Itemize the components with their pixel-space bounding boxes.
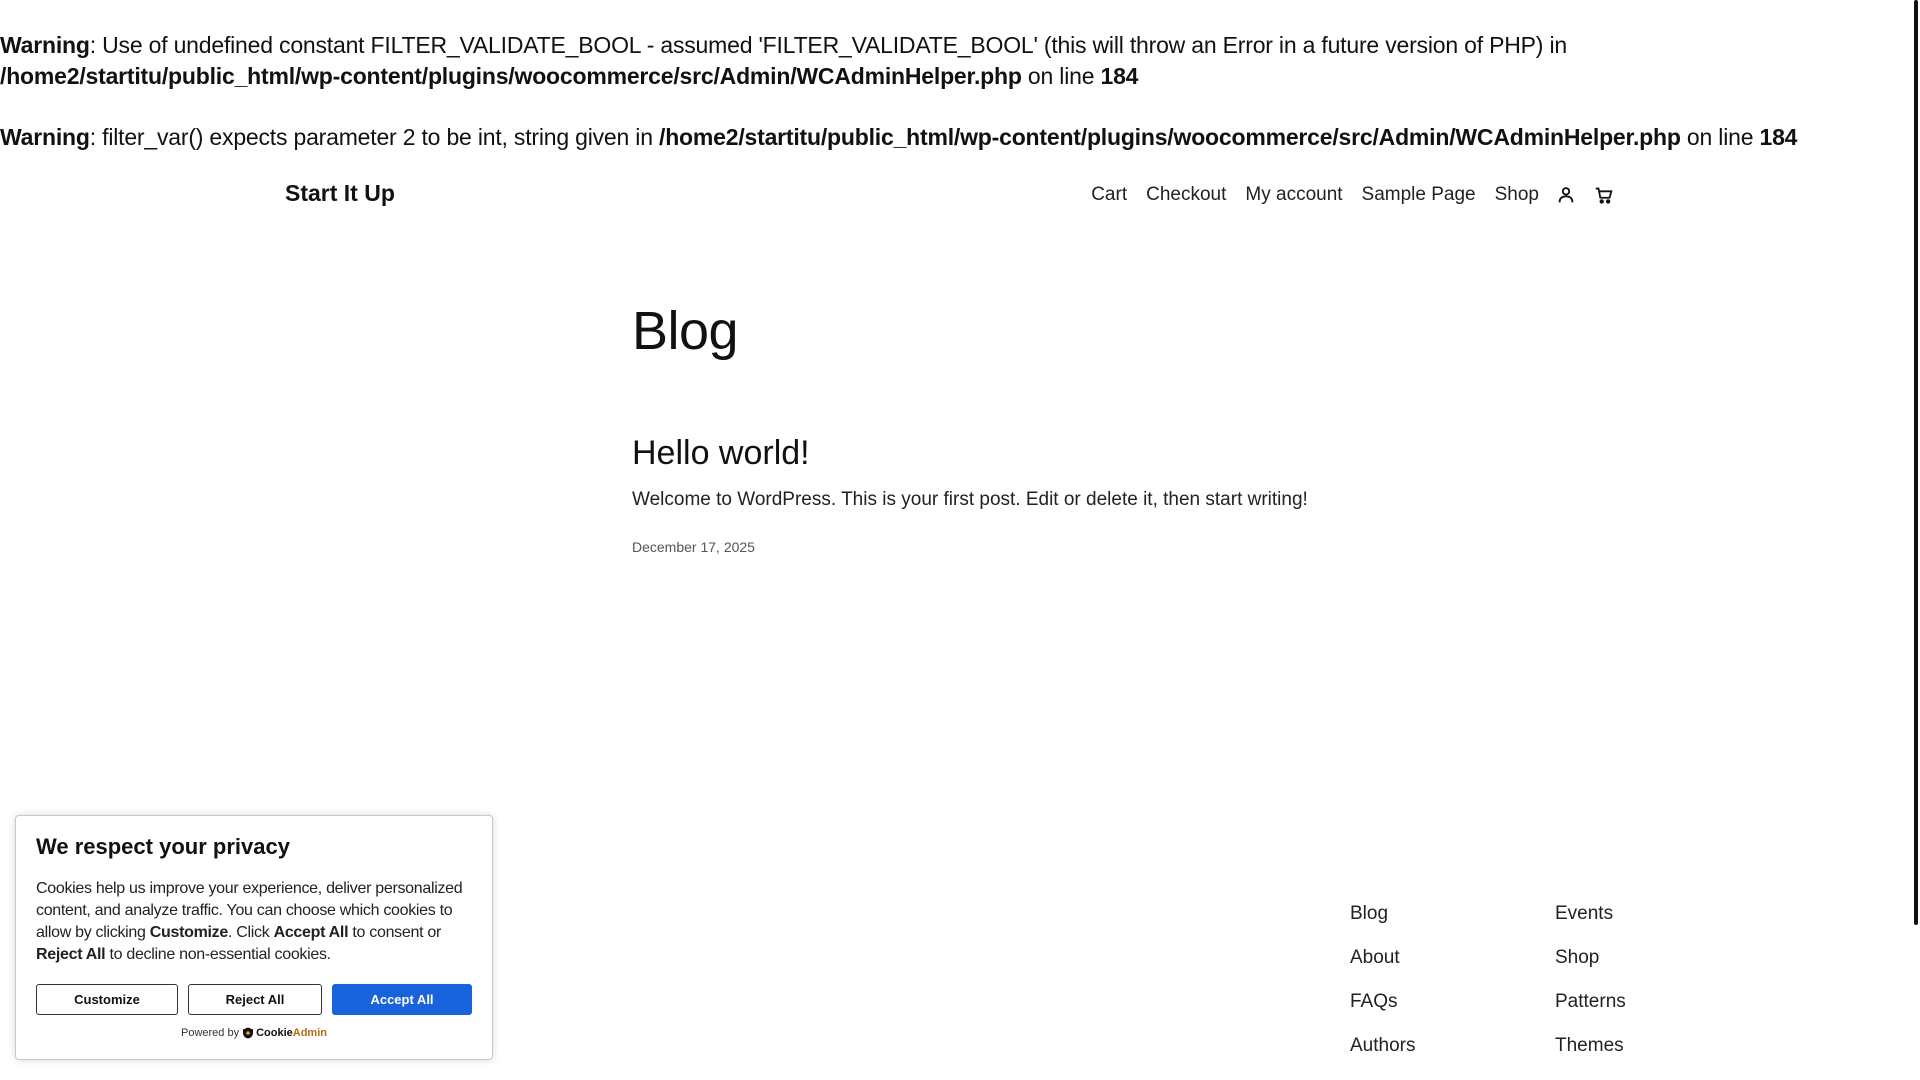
post-date: December 17, 2025 bbox=[632, 539, 755, 555]
warning-path: /home2/startitu/public_html/wp-content/p… bbox=[659, 124, 1681, 150]
footer-link-authors[interactable]: Authors bbox=[1350, 1032, 1415, 1076]
scrollbar[interactable] bbox=[1912, 0, 1920, 1080]
page-title: Blog bbox=[632, 301, 739, 361]
footer-link-about[interactable]: About bbox=[1350, 944, 1415, 988]
powered-by-label: Powered by bbox=[180, 1027, 240, 1039]
footer-link-blog[interactable]: Blog bbox=[1350, 900, 1415, 944]
warning-message: : Use of undefined constant FILTER_VALID… bbox=[89, 32, 1567, 58]
php-warning: Warning: filter_var() expects parameter … bbox=[0, 122, 1900, 153]
cookie-text-part: to consent or bbox=[348, 924, 441, 941]
main-nav: Cart Checkout My account Sample Page Sho… bbox=[1072, 184, 1615, 206]
site-title[interactable]: Start It Up bbox=[285, 180, 395, 207]
warning-on-line: on line bbox=[1680, 124, 1760, 150]
brand-cookie-text: Cookie bbox=[256, 1027, 293, 1039]
footer-link-patterns[interactable]: Patterns bbox=[1555, 988, 1626, 1032]
post-excerpt: Welcome to WordPress. This is your first… bbox=[632, 489, 1308, 510]
brand-admin-text: Admin bbox=[292, 1027, 327, 1039]
account-icon[interactable] bbox=[1555, 184, 1577, 206]
cookie-consent-banner: We respect your privacy Cookies help us … bbox=[15, 815, 493, 1060]
cookie-text-bold: Customize bbox=[149, 924, 229, 941]
powered-by: Powered by Cookie Admin bbox=[36, 1027, 472, 1039]
warning-line-number: 184 bbox=[1759, 124, 1798, 150]
nav-item-checkout[interactable]: Checkout bbox=[1146, 184, 1226, 206]
cookie-banner-text: Cookies help us improve your experience,… bbox=[36, 878, 472, 966]
warning-on-line: on line bbox=[1021, 63, 1101, 89]
nav-item-sample-page[interactable]: Sample Page bbox=[1362, 184, 1476, 206]
cookie-text-part: to decline non-essential cookies. bbox=[105, 946, 331, 963]
cart-icon[interactable] bbox=[1593, 184, 1615, 206]
warning-path: /home2/startitu/public_html/wp-content/p… bbox=[0, 63, 1022, 89]
cookie-banner-title: We respect your privacy bbox=[36, 834, 290, 859]
footer-column: Events Shop Patterns Themes bbox=[1555, 900, 1626, 1076]
php-warning: Warning: Use of undefined constant FILTE… bbox=[0, 30, 1900, 92]
cookie-text-bold: Reject All bbox=[36, 946, 106, 963]
warning-label: Warning bbox=[0, 124, 90, 150]
warning-label: Warning bbox=[0, 32, 90, 58]
main-content: Blog Hello world! Welcome to WordPress. … bbox=[632, 300, 1332, 555]
scrollbar-thumb[interactable] bbox=[1914, 0, 1918, 925]
cookie-text-part: . Click bbox=[227, 924, 274, 941]
cookieadmin-logo[interactable]: Cookie Admin bbox=[242, 1027, 327, 1039]
footer-link-events[interactable]: Events bbox=[1555, 900, 1626, 944]
shield-icon bbox=[243, 1027, 254, 1039]
warning-message: : filter_var() expects parameter 2 to be… bbox=[89, 124, 659, 150]
footer-link-themes[interactable]: Themes bbox=[1555, 1032, 1626, 1076]
footer-column: Blog About FAQs Authors bbox=[1350, 900, 1415, 1076]
cookie-text-bold: Accept All bbox=[273, 924, 349, 941]
accept-all-button[interactable]: Accept All bbox=[332, 984, 472, 1015]
cookie-buttons: Customize Reject All Accept All bbox=[36, 984, 472, 1015]
post-item: Hello world! Welcome to WordPress. This … bbox=[632, 434, 1332, 555]
php-warnings: Warning: Use of undefined constant FILTE… bbox=[0, 30, 1900, 183]
reject-all-button[interactable]: Reject All bbox=[188, 984, 322, 1015]
warning-line-number: 184 bbox=[1100, 63, 1139, 89]
nav-item-my-account[interactable]: My account bbox=[1245, 184, 1342, 206]
footer-link-faqs[interactable]: FAQs bbox=[1350, 988, 1415, 1032]
nav-item-cart[interactable]: Cart bbox=[1091, 184, 1127, 206]
nav-item-shop[interactable]: Shop bbox=[1495, 184, 1539, 206]
site-header: Start It Up Cart Checkout My account Sam… bbox=[285, 180, 1615, 214]
footer-link-shop[interactable]: Shop bbox=[1555, 944, 1626, 988]
post-title-link[interactable]: Hello world! bbox=[632, 434, 1332, 473]
customize-button[interactable]: Customize bbox=[36, 984, 178, 1015]
